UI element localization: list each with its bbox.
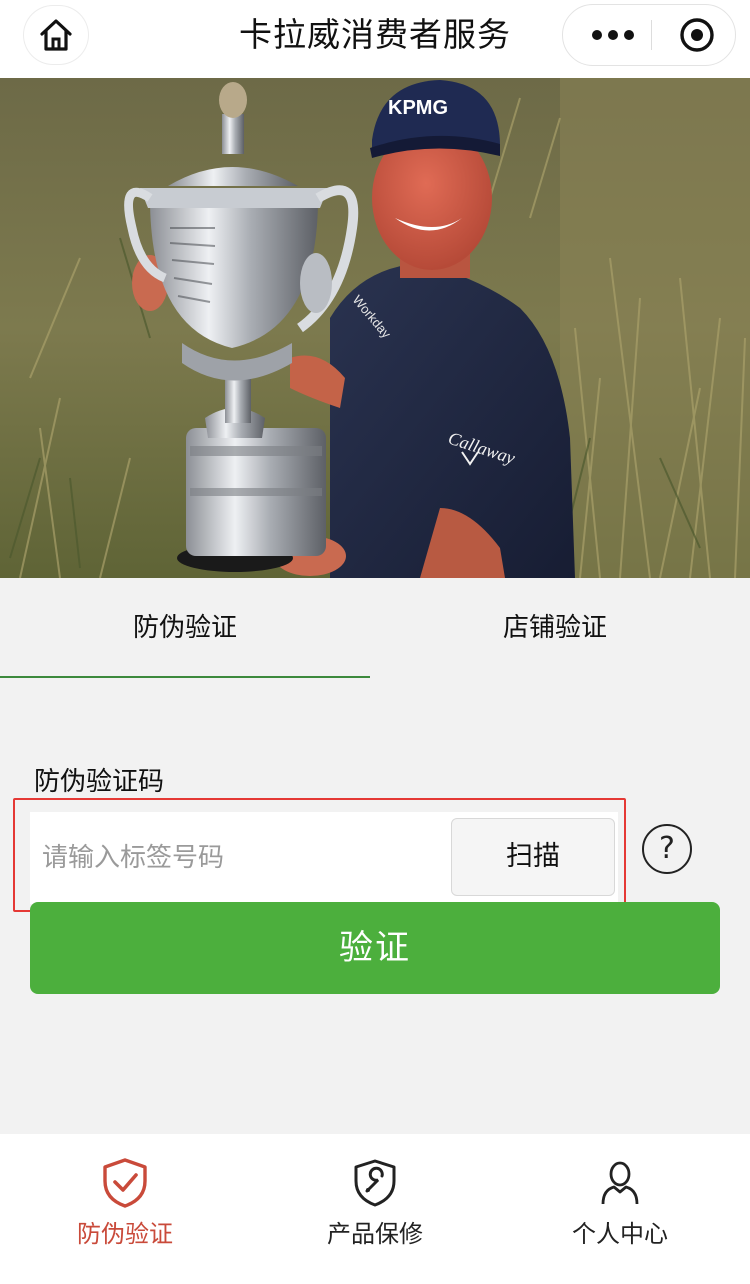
wrench-shield-icon	[354, 1159, 396, 1207]
golfer-trophy-photo: KPMG Workday Callaway	[0, 78, 750, 578]
shield-check-icon	[103, 1158, 147, 1208]
mini-program-capsule	[562, 4, 736, 66]
verify-button[interactable]: 验证	[30, 902, 720, 994]
home-icon	[40, 19, 72, 51]
user-icon	[601, 1161, 639, 1205]
tabbar-item-profile[interactable]: 个人中心	[495, 1134, 745, 1284]
page-title: 卡拉威消费者服务	[239, 15, 511, 54]
tab-store-verify[interactable]: 店铺验证	[370, 608, 740, 648]
scan-button[interactable]: 扫描	[451, 818, 615, 896]
tab-anti-counterfeit[interactable]: 防伪验证	[0, 608, 370, 648]
tabbar-label: 产品保修	[327, 1220, 423, 1248]
code-input-row: 扫描	[30, 812, 618, 904]
cap-logo-text: KPMG	[388, 97, 448, 119]
tabbar-label: 个人中心	[572, 1220, 668, 1248]
code-field-label: 防伪验证码	[34, 767, 165, 797]
more-dots-icon	[592, 30, 634, 40]
bottom-tab-bar: 防伪验证 产品保修 个人中心	[0, 1134, 750, 1284]
home-button[interactable]	[24, 6, 88, 64]
help-button[interactable]: ?	[642, 824, 692, 874]
tabbar-label: 防伪验证	[77, 1220, 173, 1248]
question-mark-icon: ?	[659, 831, 675, 866]
mini-program-close-icon	[680, 18, 714, 52]
tag-code-input[interactable]	[30, 812, 450, 904]
hero-banner: KPMG Workday Callaway	[0, 78, 750, 578]
close-button[interactable]	[667, 5, 727, 65]
tabbar-item-warranty[interactable]: 产品保修	[250, 1134, 500, 1284]
active-tab-indicator	[0, 676, 370, 678]
tabbar-item-anti-counterfeit[interactable]: 防伪验证	[0, 1134, 250, 1284]
more-button[interactable]	[577, 5, 649, 65]
capsule-divider	[651, 20, 652, 50]
nav-bar: 卡拉威消费者服务	[0, 0, 750, 78]
verify-tabs: 防伪验证 店铺验证	[0, 578, 750, 682]
